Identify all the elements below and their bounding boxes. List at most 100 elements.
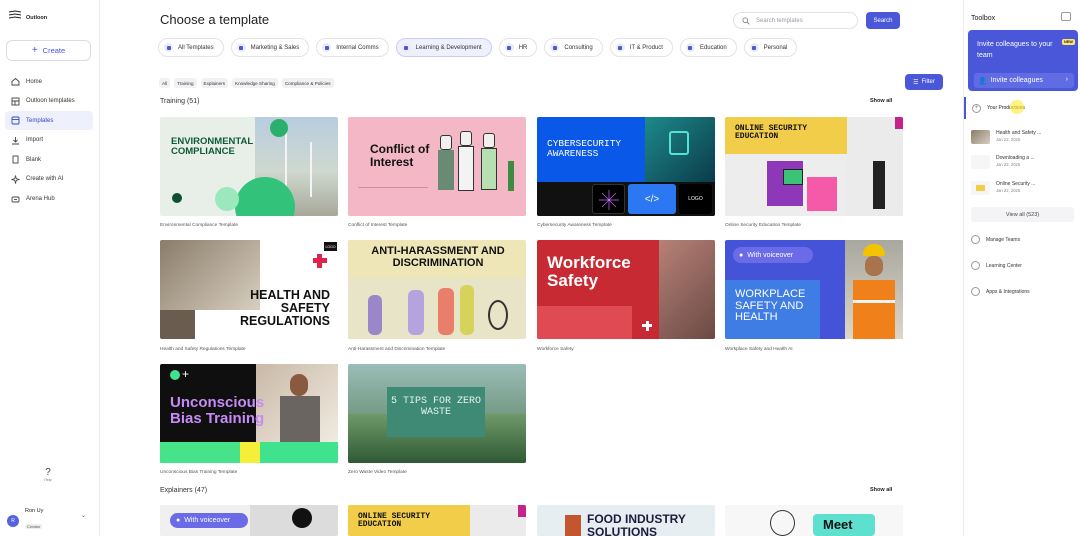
- team-icon: [971, 235, 980, 244]
- chip-explainers[interactable]: Explainers: [200, 78, 228, 88]
- toolbox-panel: Toolbox Invite colleagues to your team N…: [963, 0, 1080, 536]
- sidebar-item-label: Home: [26, 78, 43, 85]
- sidebar-item-label: Create with AI: [26, 176, 64, 183]
- chevron-down-icon[interactable]: ⌄: [81, 512, 86, 519]
- show-all-training-link[interactable]: Show all: [870, 98, 892, 104]
- search-icon: [742, 16, 750, 25]
- sidebar-item-blank[interactable]: Blank: [5, 150, 93, 169]
- chip-compliance-policies[interactable]: Compliance & Policies: [281, 78, 334, 88]
- card-thumb-title: HEALTH AND SAFETY REGULATIONS: [239, 288, 330, 329]
- chip-knowledge-sharing[interactable]: Knowledge Sharing: [232, 78, 278, 88]
- tab-personal[interactable]: Personal: [743, 38, 798, 57]
- help-icon: ?: [45, 467, 51, 478]
- card-caption: Anti-Harassment and Discrimination Templ…: [348, 347, 446, 352]
- production-title: Downloading a ...: [996, 155, 1035, 161]
- import-icon: [12, 136, 19, 145]
- template-card-unconscious-bias[interactable]: + Unconscious Bias Training: [160, 364, 338, 463]
- blank-page-icon: [12, 155, 19, 164]
- sidebar-item-import[interactable]: Import: [5, 131, 93, 150]
- filter-button[interactable]: ☰ Filter: [905, 74, 943, 90]
- tab-it-product[interactable]: IT & Product: [609, 38, 673, 57]
- show-all-explainers-link[interactable]: Show all: [870, 487, 892, 493]
- search-input[interactable]: Search templates: [733, 12, 858, 29]
- template-card-workforce-safety[interactable]: Workforce Safety: [537, 240, 715, 339]
- link-label: Manage Teams: [986, 236, 1021, 243]
- cursor-highlight: [1010, 100, 1024, 114]
- sidebar: Outloon + Create Home Outloon templates …: [0, 0, 100, 536]
- brand-logo-icon[interactable]: [8, 10, 22, 20]
- invite-card: Invite colleagues to your team NEW 👤 Inv…: [968, 30, 1078, 91]
- sidebar-item-label: Outloon templates: [26, 98, 75, 105]
- template-card-online-security-education[interactable]: ONLINE SECURITY EDUCATION: [725, 117, 903, 216]
- template-card-workplace-safety-health-ai[interactable]: ● With voiceover WORKPLACE SAFETY AND HE…: [725, 240, 903, 339]
- template-card-environmental-compliance[interactable]: ENVIRONMENTAL COMPLIANCE: [160, 117, 338, 216]
- card-caption: Online Security Education Template: [725, 223, 801, 228]
- sidebar-item-arena-hub[interactable]: Arena Hub: [5, 190, 93, 209]
- card-thumb-title: CYBERSECURITY AWARENESS: [547, 138, 622, 159]
- collapse-panel-icon[interactable]: [1061, 12, 1071, 21]
- user-role-badge: Creator: [25, 524, 43, 529]
- user-plus-icon: 👤: [978, 77, 987, 85]
- org-name: Outloon: [26, 15, 48, 21]
- template-card-explainer-voiceover[interactable]: ● With voiceover: [160, 505, 338, 536]
- tab-label: All Templates: [178, 44, 214, 51]
- voiceover-badge: With voiceover: [184, 517, 231, 524]
- production-item[interactable]: Health and Safety ... Jan 22, 2025: [971, 130, 1041, 144]
- production-item[interactable]: Downloading a ... Jan 22, 2025: [971, 155, 1035, 169]
- create-button[interactable]: + Create: [6, 40, 91, 61]
- main-content: Choose a template Search templates Searc…: [100, 0, 963, 536]
- card-thumb-title: Conflict of Interest: [370, 142, 430, 169]
- tab-consulting[interactable]: Consulting: [544, 38, 603, 57]
- voiceover-badge: With voiceover: [747, 251, 794, 259]
- logo-placeholder: LOGO: [324, 242, 337, 251]
- invite-colleagues-button[interactable]: 👤 Invite colleagues ›: [974, 73, 1074, 88]
- template-card-explainer-online-security[interactable]: ONLINE SECURITY EDUCATION: [348, 505, 526, 536]
- tab-label: Education: [699, 44, 727, 51]
- people-icon: [504, 43, 514, 52]
- template-card-explainer-food-industry[interactable]: FOOD INDUSTRY SOLUTIONS: [537, 505, 715, 536]
- tab-internal-comms[interactable]: Internal Comms: [316, 38, 389, 57]
- tab-education[interactable]: Education: [679, 38, 737, 57]
- template-card-explainer-meet[interactable]: Meet: [725, 505, 903, 536]
- template-card-anti-harassment[interactable]: ANTI-HARASSMENT AND DISCRIMINATION: [348, 240, 526, 339]
- template-card-health-safety-regulations[interactable]: LOGO HEALTH AND SAFETY REGULATIONS: [160, 240, 338, 339]
- card-caption: Environmental Compliance Template: [160, 223, 239, 228]
- section-title-explainers: Explainers (47): [160, 487, 208, 494]
- production-thumbnail: [971, 130, 990, 144]
- production-item[interactable]: Online Security ... Jan 22, 2025: [971, 181, 1035, 195]
- template-icon: [11, 116, 20, 125]
- user-menu[interactable]: R Ron Uy Creator: [7, 508, 43, 533]
- tab-learning-development[interactable]: Learning & Development: [395, 38, 492, 57]
- learning-center-link[interactable]: Learning Center: [971, 261, 1022, 270]
- sidebar-item-templates[interactable]: Templates: [5, 111, 93, 131]
- person-icon: [749, 43, 759, 52]
- subcategory-chips: All Training Explainers Knowledge Sharin…: [159, 78, 334, 88]
- production-thumbnail: [971, 155, 990, 169]
- sidebar-item-home[interactable]: Home: [5, 72, 93, 91]
- tab-marketing-sales[interactable]: Marketing & Sales: [230, 38, 310, 57]
- templates-grid-icon: [11, 97, 20, 106]
- chip-training[interactable]: Training: [174, 78, 197, 88]
- arena-icon: [11, 196, 20, 203]
- apps-integrations-link[interactable]: Apps & Integrations: [971, 287, 1030, 296]
- chevron-right-icon: ›: [1065, 76, 1068, 83]
- sidebar-item-outloon-templates[interactable]: Outloon templates: [5, 92, 93, 111]
- link-label: Apps & Integrations: [986, 288, 1030, 295]
- search-button[interactable]: Search: [866, 12, 900, 29]
- help-button[interactable]: ? Help: [38, 467, 58, 482]
- chip-all[interactable]: All: [159, 78, 171, 88]
- sidebar-item-create-with-ai[interactable]: Create with AI: [5, 170, 93, 189]
- tab-hr[interactable]: HR: [498, 38, 538, 57]
- tab-label: HR: [518, 44, 528, 51]
- card-caption: Health and Safety Regulations Template: [160, 347, 246, 352]
- template-card-conflict-of-interest[interactable]: Conflict of Interest: [348, 117, 526, 216]
- template-card-zero-waste[interactable]: 5 TIPS FOR ZERO WASTE: [348, 364, 526, 463]
- invite-text: Invite colleagues to your team: [977, 41, 1053, 59]
- template-card-cybersecurity-awareness[interactable]: </> LOGO CYBERSECURITY AWARENESS: [537, 117, 715, 216]
- new-badge: NEW: [1062, 39, 1075, 45]
- grid-icon: [164, 43, 173, 52]
- manage-teams-link[interactable]: Manage Teams: [971, 235, 1020, 244]
- view-all-productions-button[interactable]: View all (523): [971, 207, 1074, 222]
- tab-all-templates[interactable]: All Templates: [158, 38, 224, 57]
- help-label: Help: [44, 478, 52, 482]
